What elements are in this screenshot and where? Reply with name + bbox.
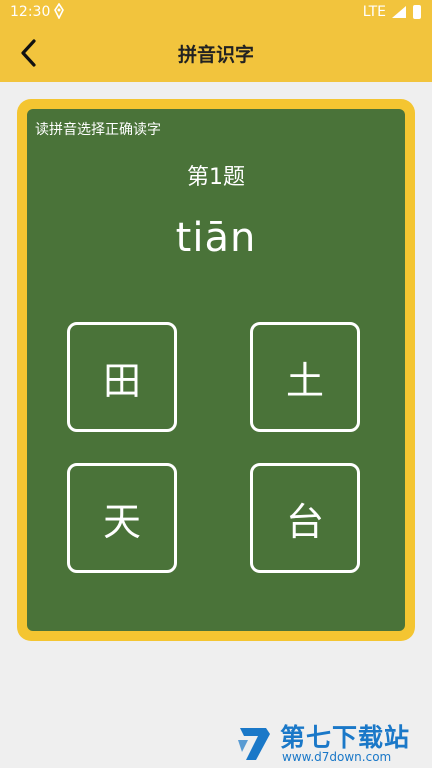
chalkboard-frame: 读拼音选择正确读字 第1题 tiān 田 土 天 台	[17, 99, 415, 641]
option-button-2[interactable]: 土	[250, 322, 360, 432]
page-title: 拼音识字	[177, 44, 254, 66]
gps-icon	[54, 3, 64, 19]
chalkboard: 读拼音选择正确读字 第1题 tiān 田 土 天 台	[27, 109, 405, 631]
status-time: 12:30	[10, 4, 51, 20]
question-number: 第1题	[187, 165, 245, 190]
battery-icon	[413, 5, 421, 19]
app-bar: 拼音识字	[0, 24, 432, 82]
option-button-1[interactable]: 田	[67, 322, 177, 432]
watermark-name: 第七下载站	[280, 723, 411, 752]
signal-icon	[392, 6, 406, 18]
d7-logo-icon	[238, 728, 270, 760]
instruction-text: 读拼音选择正确读字	[35, 122, 161, 138]
network-type: LTE	[362, 4, 386, 20]
watermark: 第七下载站 www.d7down.com	[236, 718, 428, 766]
status-bar: 12:30 LTE	[0, 0, 432, 24]
pinyin-text: tiān	[175, 215, 257, 261]
option-button-4[interactable]: 台	[250, 463, 360, 573]
watermark-url: www.d7down.com	[282, 750, 392, 764]
option-button-3[interactable]: 天	[67, 463, 177, 573]
